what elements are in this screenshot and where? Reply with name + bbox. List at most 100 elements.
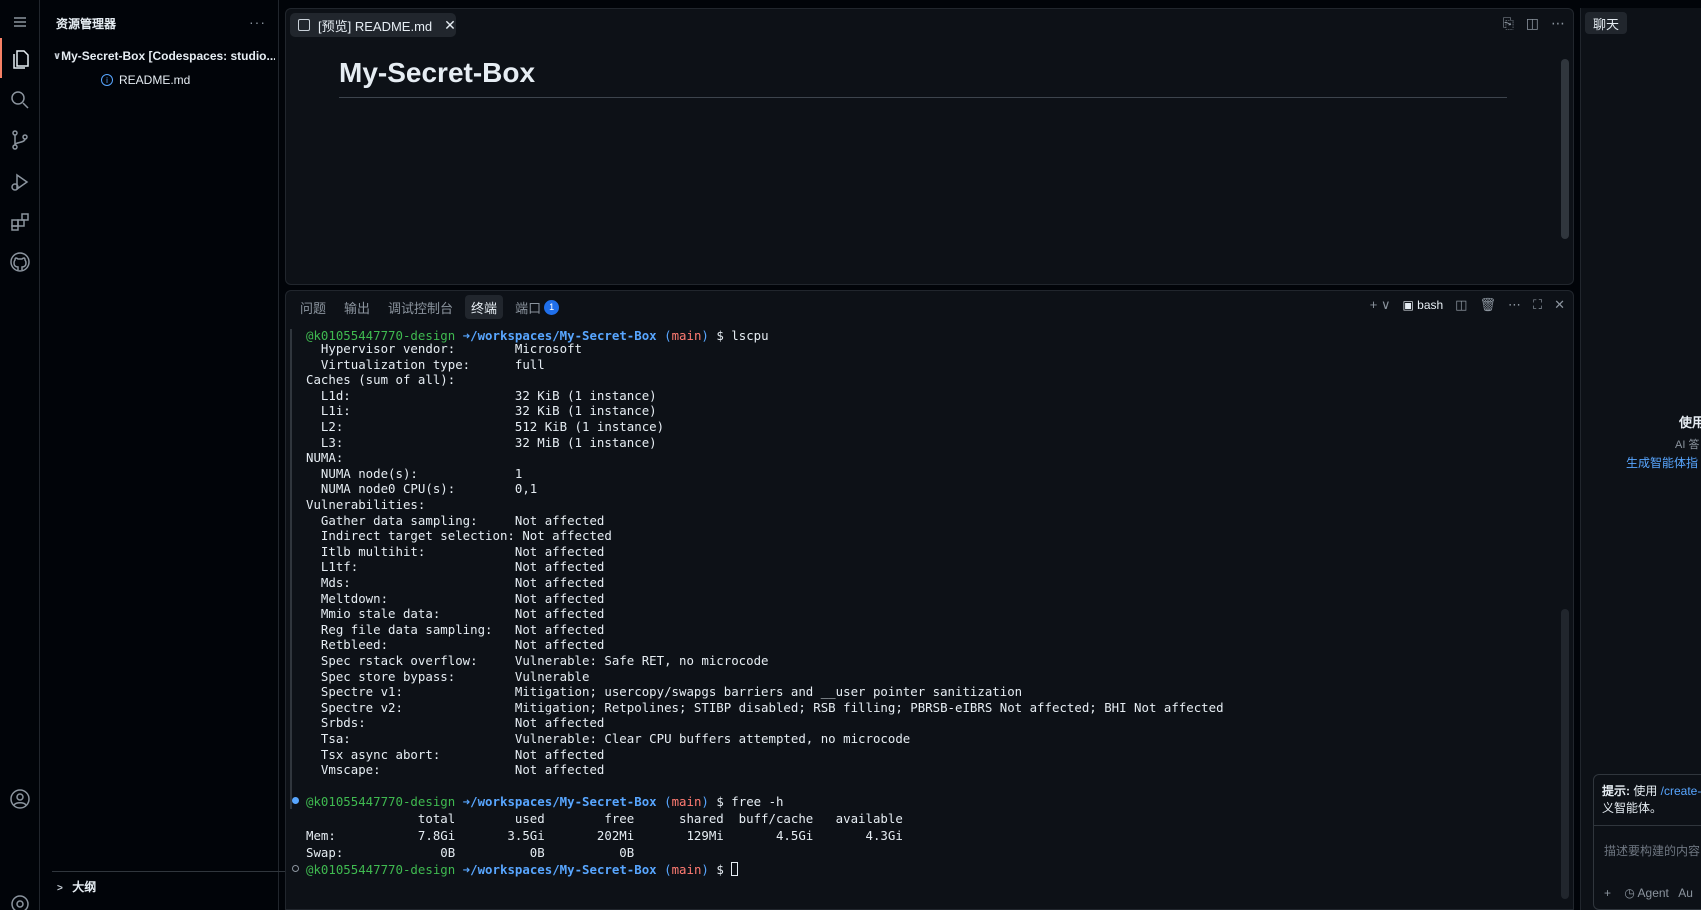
markdown-heading: My-Secret-Box <box>339 57 536 88</box>
bottom-panel: 问题 输出 调试控制台 终端 端口 1 + ∨ ▣ bash ◫ 🗑 ⋯ ⛶ ✕… <box>285 290 1574 910</box>
chat-ai-text: AI 答 <box>1675 439 1700 451</box>
tab-debug-console[interactable]: 调试控制台 <box>382 295 459 319</box>
activity-bar <box>0 0 40 910</box>
terminal-output-line: L2: 512 KiB (1 instance) <box>306 419 665 434</box>
terminal-shell-label[interactable]: ▣ bash <box>1402 298 1443 312</box>
chat-panel: 聊天 使用 AI 答 生成智能体指 提示: 使用 /create- 义智能体。 … <box>1580 8 1701 910</box>
prompt-user: @k01055447770-design <box>306 862 456 877</box>
terminal-output-line: Itlb multihit: Not affected <box>306 543 605 559</box>
terminal-output-line: L1d: 32 KiB (1 instance) <box>306 387 657 403</box>
terminal-output-line: Mmio stale data: Not affected <box>306 606 605 622</box>
explorer-icon[interactable] <box>0 38 40 78</box>
prompt-branch: main <box>671 328 702 343</box>
new-terminal-icon[interactable]: + ∨ <box>1370 297 1391 313</box>
command: free -h <box>731 794 784 809</box>
tab-problems[interactable]: 问题 <box>294 295 332 319</box>
source-control-icon[interactable] <box>0 120 40 160</box>
close-panel-icon[interactable]: ✕ <box>1554 297 1565 313</box>
editor-scrollbar[interactable] <box>1561 59 1569 239</box>
add-context-icon[interactable]: + <box>1604 886 1611 900</box>
run-debug-icon[interactable] <box>0 162 40 202</box>
command: lscpu <box>731 328 769 343</box>
ports-badge: 1 <box>544 299 560 315</box>
prompt-branch: main <box>671 794 702 809</box>
terminal-output-line: Spectre v2: Mitigation; Retpolines; STIB… <box>306 699 1224 715</box>
tip-label: 提示: <box>1602 784 1630 798</box>
terminal-output-line: L3: 32 MiB (1 instance) <box>306 434 657 450</box>
tip-rest: 义智能体。 <box>1602 801 1663 815</box>
terminal[interactable]: @k01055447770-design ➜/workspaces/My-Sec… <box>286 328 1575 909</box>
tab-ports[interactable]: 端口 1 <box>509 295 565 319</box>
agent-mode-label[interactable]: Agent <box>1638 886 1669 900</box>
terminal-output-line: Vmscape: Not affected <box>306 762 605 778</box>
search-icon[interactable] <box>0 80 40 120</box>
terminal-output-line: Gather data sampling: Not affected <box>306 512 605 528</box>
chat-agent-link[interactable]: 生成智能体指 <box>1626 454 1698 471</box>
workspace-folder[interactable]: ∨ My-Secret-Box [Codespaces: studio... <box>53 46 275 66</box>
file-item-readme[interactable]: i README.md <box>57 70 275 90</box>
tab-output[interactable]: 输出 <box>338 295 376 319</box>
terminal-output-line: Indirect target selection: Not affected <box>306 528 612 544</box>
extensions-icon[interactable] <box>0 202 40 242</box>
free-swap-row: Swap: 0B 0B 0B <box>306 845 635 860</box>
panel-actions: + ∨ ▣ bash ◫ 🗑 ⋯ ⛶ ✕ <box>1370 297 1565 313</box>
sidebar-title: 资源管理器 <box>56 16 117 31</box>
preview-icon <box>298 19 310 31</box>
terminal-output-line: Tsx async abort: Not affected <box>306 746 605 762</box>
terminal-output-line: NUMA node0 CPU(s): 0,1 <box>306 481 538 497</box>
menu-icon[interactable] <box>0 2 40 42</box>
terminal-output-line: Retbleed: Not affected <box>306 637 605 653</box>
file-item-label: README.md <box>119 73 191 87</box>
prompt-path: /workspaces/My-Secret-Box <box>470 862 657 877</box>
info-icon: i <box>101 74 113 86</box>
terminal-scrollbar[interactable] <box>1561 609 1569 899</box>
terminal-output-line: Caches (sum of all): <box>306 372 456 388</box>
prompt-line: @k01055447770-design ➜/workspaces/My-Sec… <box>306 794 784 809</box>
tab-readme-preview[interactable]: [预览] README.md ✕ <box>290 13 456 37</box>
agent-mode-icon: ◷ <box>1624 886 1635 900</box>
terminal-output-line: Spec store bypass: Vulnerable <box>306 668 590 684</box>
open-source-icon[interactable]: ⎘ <box>1503 15 1514 32</box>
terminal-gutter <box>290 329 292 809</box>
terminal-output-line: Meltdown: Not affected <box>306 590 605 606</box>
account-icon[interactable] <box>0 779 40 819</box>
github-icon[interactable] <box>0 242 40 282</box>
outline-section[interactable]: > 大纲 <box>57 878 96 895</box>
trash-icon[interactable]: 🗑 <box>1479 297 1496 313</box>
outline-label: 大纲 <box>72 880 97 894</box>
tip-text: 使用 <box>1630 784 1661 798</box>
more-icon[interactable]: ⋯ <box>1508 297 1521 313</box>
chat-use-heading: 使用 <box>1679 415 1701 430</box>
terminal-output-line: Reg file data sampling: Not affected <box>306 621 605 637</box>
terminal-cursor <box>731 862 739 876</box>
close-icon[interactable]: ✕ <box>444 17 456 34</box>
prompt-path: /workspaces/My-Secret-Box <box>470 794 657 809</box>
terminal-output-line: Mds: Not affected <box>306 575 605 590</box>
split-terminal-icon[interactable]: ◫ <box>1455 297 1467 313</box>
settings-gear-icon[interactable] <box>0 884 40 910</box>
chat-input-box: 提示: 使用 /create- 义智能体。 描述要构建的内容 + ◷ Agent… <box>1593 774 1701 910</box>
chevron-right-icon: > <box>57 883 63 894</box>
prompt-branch: main <box>671 862 702 877</box>
model-label[interactable]: Au <box>1678 886 1693 900</box>
panel-tabs: 问题 输出 调试控制台 终端 端口 1 <box>294 295 565 319</box>
tab-ports-label: 端口 <box>515 300 542 316</box>
chevron-down-icon: ∨ <box>53 50 62 62</box>
chat-input[interactable]: 描述要构建的内容 + ◷ Agent Au <box>1594 825 1701 910</box>
explorer-sidebar: 资源管理器 ··· ∨ My-Secret-Box [Codespaces: s… <box>41 0 312 910</box>
free-header: total used free shared buff/cache availa… <box>306 811 903 826</box>
terminal-output-line: NUMA: <box>306 450 344 466</box>
maximize-icon[interactable]: ⛶ <box>1533 297 1542 313</box>
command-pending-dot <box>292 865 299 872</box>
terminal-output-line: L1tf: Not affected <box>306 559 605 575</box>
split-editor-icon[interactable]: ◫ <box>1526 15 1539 32</box>
terminal-output-line: Hypervisor vendor: Microsoft <box>306 341 583 356</box>
shell-name: bash <box>1417 298 1444 312</box>
tip-link[interactable]: /create- <box>1661 784 1701 798</box>
chat-footer: + ◷ Agent Au <box>1604 886 1693 900</box>
terminal-output-line: Srbds: Not affected <box>306 715 605 731</box>
more-actions-icon[interactable]: ··· <box>249 14 266 30</box>
tab-terminal[interactable]: 终端 <box>465 295 504 319</box>
chat-title[interactable]: 聊天 <box>1585 12 1628 34</box>
more-icon[interactable]: ⋯ <box>1551 15 1565 32</box>
